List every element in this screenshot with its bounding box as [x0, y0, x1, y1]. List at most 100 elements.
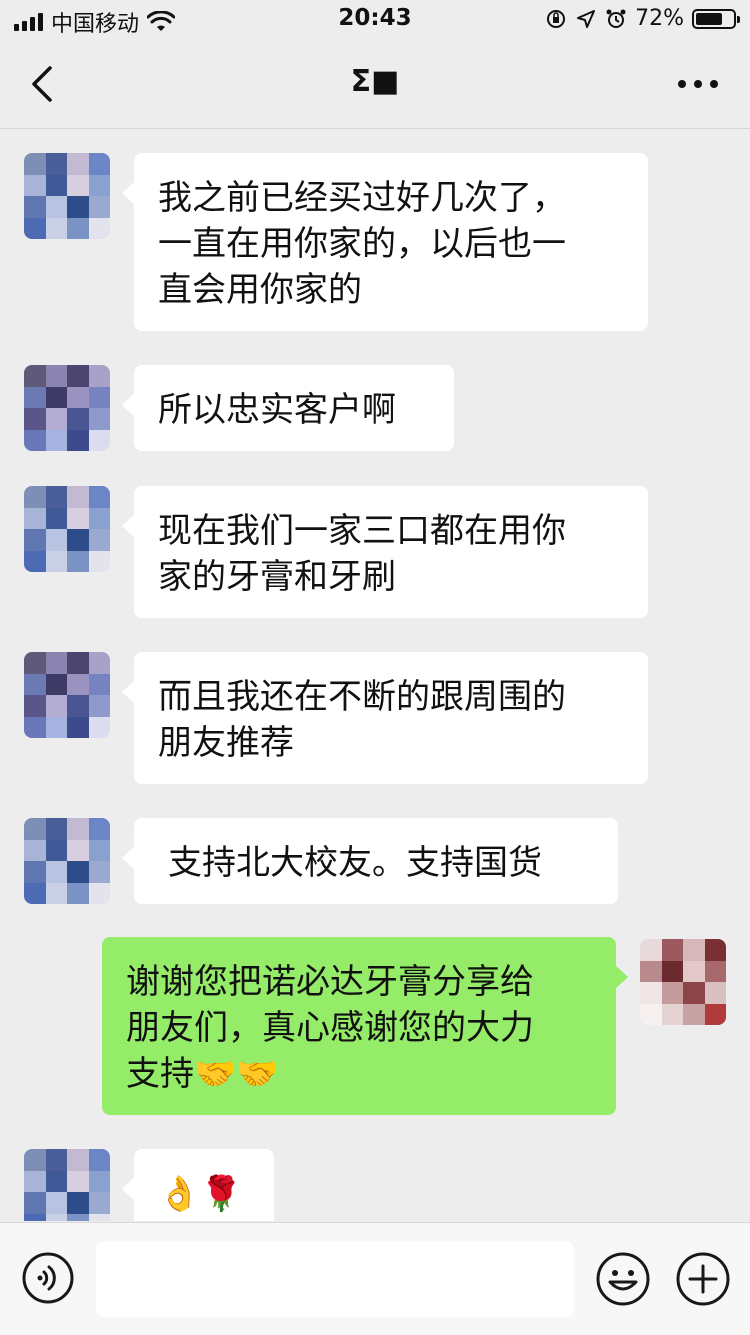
avatar-pixel — [24, 716, 46, 738]
avatar-pixel — [24, 695, 46, 717]
avatar-pixel — [67, 429, 89, 451]
avatar-pixel — [88, 174, 110, 196]
avatar-pixel — [88, 716, 110, 738]
avatar-pixel — [67, 386, 89, 408]
message-bubble[interactable]: 所以忠实客户啊 — [122, 365, 454, 451]
avatar-pixel — [24, 1170, 46, 1192]
avatar-pixel — [24, 486, 46, 508]
avatar-pixel — [88, 196, 110, 218]
avatar-pixel — [661, 1003, 683, 1025]
avatar-pixel — [45, 408, 67, 430]
avatar-pixel — [88, 486, 110, 508]
avatar-pixel — [45, 529, 67, 551]
avatar-pixel — [24, 408, 46, 430]
avatar-pixel — [45, 652, 67, 674]
alarm-icon — [606, 9, 626, 28]
avatar-pixel — [67, 486, 89, 508]
avatar-pixel — [45, 673, 67, 695]
message-input[interactable] — [96, 1241, 574, 1317]
avatar-pixel — [67, 365, 89, 387]
avatar-pixel — [704, 982, 726, 1004]
avatar-pixel — [24, 365, 46, 387]
avatar-pixel — [45, 695, 67, 717]
input-bar — [0, 1222, 750, 1335]
avatar-pixel — [24, 818, 46, 840]
avatar-pixel — [67, 153, 89, 175]
avatar-pixel — [88, 1149, 110, 1171]
avatar-pixel — [24, 550, 46, 572]
plus-circle-icon[interactable] — [676, 1252, 730, 1306]
avatar-pixel — [45, 550, 67, 572]
avatar-pixel — [45, 507, 67, 529]
status-right: 72% — [545, 6, 740, 31]
avatar-pixel — [640, 939, 662, 961]
avatar-pixel — [24, 1213, 46, 1221]
avatar-pixel — [45, 386, 67, 408]
avatar-pixel — [45, 217, 67, 239]
voice-icon[interactable] — [22, 1252, 74, 1304]
avatar-pixel — [67, 695, 89, 717]
avatar-pixel — [683, 939, 705, 961]
avatar-pixel — [661, 960, 683, 982]
message-bubble[interactable]: 我之前已经买过好几次了， 一直在用你家的，以后也一 直会用你家的 — [122, 153, 648, 331]
avatar-pixel — [24, 1192, 46, 1214]
avatar-pixel — [640, 1003, 662, 1025]
message-list[interactable]: 我之前已经买过好几次了， 一直在用你家的，以后也一 直会用你家的 所以忠实客户啊… — [0, 129, 750, 1221]
battery-fill — [696, 12, 722, 25]
avatar-pixel — [661, 982, 683, 1004]
avatar-pixel — [45, 1213, 67, 1221]
contact-avatar[interactable] — [24, 652, 110, 738]
avatar-pixel — [640, 982, 662, 1004]
avatar-pixel — [88, 882, 110, 904]
avatar-pixel — [67, 861, 89, 883]
contact-avatar[interactable] — [24, 818, 110, 904]
battery-percent: 72% — [635, 6, 684, 31]
orientation-lock-icon — [547, 9, 566, 28]
avatar-pixel — [88, 550, 110, 572]
contact-avatar[interactable] — [24, 486, 110, 572]
avatar-pixel — [88, 695, 110, 717]
avatar-pixel — [683, 1003, 705, 1025]
contact-avatar[interactable] — [24, 365, 110, 451]
avatar-pixel — [88, 408, 110, 430]
avatar-pixel — [45, 1170, 67, 1192]
avatar-pixel — [67, 174, 89, 196]
avatar-pixel — [45, 365, 67, 387]
self-avatar[interactable] — [640, 939, 726, 1025]
message-bubble[interactable]: 支持北大校友。支持国货 — [122, 818, 618, 904]
avatar-pixel — [67, 1170, 89, 1192]
chat-title: Σ■ — [350, 64, 400, 99]
avatar-pixel — [88, 1213, 110, 1221]
avatar-pixel — [45, 1192, 67, 1214]
avatar-pixel — [67, 1192, 89, 1214]
avatar-pixel — [24, 882, 46, 904]
message-bubble[interactable]: 现在我们一家三口都在用你 家的牙膏和牙刷 — [122, 486, 648, 618]
avatar-pixel — [24, 1149, 46, 1171]
avatar-pixel — [88, 365, 110, 387]
avatar-pixel — [24, 507, 46, 529]
avatar-pixel — [704, 960, 726, 982]
message-bubble[interactable]: 而且我还在不断的跟周围的 朋友推荐 — [122, 652, 648, 784]
avatar-pixel — [24, 217, 46, 239]
avatar-pixel — [45, 429, 67, 451]
avatar-pixel — [640, 960, 662, 982]
message-bubble[interactable]: 👌🌹 — [122, 1149, 274, 1221]
avatar-pixel — [45, 174, 67, 196]
avatar-pixel — [88, 217, 110, 239]
avatar-pixel — [45, 196, 67, 218]
avatar-pixel — [24, 429, 46, 451]
avatar-pixel — [683, 982, 705, 1004]
contact-avatar[interactable] — [24, 153, 110, 239]
emoji-face-icon[interactable] — [596, 1252, 650, 1306]
avatar-pixel — [45, 1149, 67, 1171]
avatar-pixel — [67, 507, 89, 529]
avatar-pixel — [88, 1170, 110, 1192]
message-bubble[interactable]: 谢谢您把诺必达牙膏分享给 朋友们，真心感谢您的大力 支持🤝🤝 — [102, 937, 628, 1115]
avatar-pixel — [24, 153, 46, 175]
avatar-pixel — [88, 1192, 110, 1214]
avatar-pixel — [45, 716, 67, 738]
avatar-pixel — [67, 196, 89, 218]
avatar-pixel — [67, 408, 89, 430]
contact-avatar[interactable] — [24, 1149, 110, 1221]
more-dots-icon[interactable] — [676, 70, 720, 98]
